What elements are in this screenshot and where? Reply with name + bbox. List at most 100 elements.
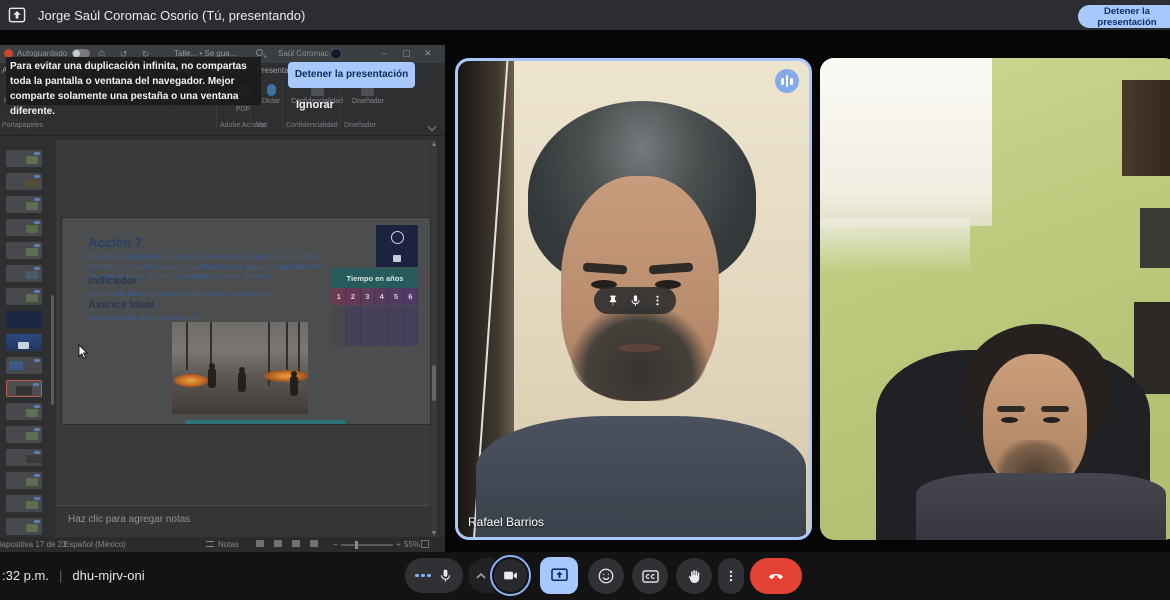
timeline-table: Tiempo en años 1 2 3 4 5 6	[332, 268, 418, 346]
slide-count: Diapositiva 17 de 23	[0, 540, 67, 549]
presenter-name: Jorge Saúl Coromac Osorio (Tú, presentan…	[38, 8, 305, 23]
minimize-icon[interactable]: –	[382, 48, 387, 58]
timeline-years-row: 1 2 3 4 5 6	[332, 288, 418, 305]
firefighter-silhouette	[290, 376, 298, 396]
slide-thumbnail[interactable]	[6, 288, 42, 305]
group-clipboard: Portapapeles	[2, 122, 43, 129]
view-switcher[interactable]	[256, 540, 318, 547]
dictate-mic-icon	[267, 84, 276, 96]
timeline-body-row	[332, 306, 418, 346]
slide-thumbnail[interactable]	[6, 242, 42, 259]
mic-icon	[438, 568, 453, 583]
more-options-icon[interactable]	[651, 294, 664, 307]
google-meet-window: Jorge Saúl Coromac Osorio (Tú, presentan…	[0, 0, 1170, 600]
stop-presentation-overlay-button[interactable]: Detener la presentación	[288, 62, 415, 88]
notes-toggle[interactable]: Notas	[218, 540, 239, 549]
slide-thumbnail[interactable]	[6, 495, 42, 512]
thumbnail-scrollbar[interactable]	[51, 295, 54, 405]
top-bar: Jorge Saúl Coromac Osorio (Tú, presentan…	[0, 0, 1170, 30]
slide-thumbnail[interactable]	[6, 173, 42, 190]
ideal-text: Un sistema de alerta establecido.	[88, 313, 199, 322]
pin-icon[interactable]	[607, 294, 620, 307]
firefighter-silhouette	[208, 368, 216, 388]
meeting-code: dhu-mjrv-oni	[72, 568, 144, 583]
ideal-heading: Avance ideal	[88, 299, 155, 311]
ribbon-separator	[282, 82, 283, 130]
hand-icon	[686, 568, 703, 585]
institution-logo	[376, 225, 418, 267]
slide-bottom-accent	[185, 420, 345, 424]
microphone-button[interactable]	[405, 558, 463, 593]
slide-thumbnail[interactable]	[6, 403, 42, 420]
ribbon-collapse-chevron-icon[interactable]	[428, 123, 436, 131]
slide-thumbnail[interactable]	[6, 265, 42, 282]
chevron-up-icon	[476, 573, 486, 579]
group-voice: Voz	[256, 122, 268, 129]
maximize-icon[interactable]: ▢	[402, 48, 411, 59]
bright-window	[820, 58, 992, 226]
shared-screen-tile[interactable]: Autoguardado ⎙ ↺ ↻ Talle... • Se gua... …	[0, 45, 445, 553]
mic-icon[interactable]	[629, 294, 642, 307]
dictate-button[interactable]: Dictar	[262, 84, 280, 106]
mouse-cursor	[78, 344, 89, 359]
camera-icon	[502, 567, 519, 584]
present-screen-button[interactable]	[540, 557, 578, 594]
language-label[interactable]: Español (México)	[64, 540, 126, 549]
meeting-info: :32 p.m. | dhu-mjrv-oni	[2, 568, 145, 583]
participant-name-label: Rafael Barrios	[468, 515, 544, 529]
slide-thumbnail-selected[interactable]	[6, 380, 42, 397]
stop-presentation-button[interactable]: Detener la presentación	[1078, 5, 1170, 28]
wall-shelf	[1122, 80, 1170, 176]
ignore-button[interactable]: Ignorar	[290, 98, 340, 112]
avatar[interactable]	[330, 48, 342, 60]
zoom-slider-knob[interactable]	[355, 541, 358, 549]
captions-icon	[641, 567, 660, 586]
scroll-up-arrow-icon[interactable]	[432, 142, 436, 146]
slide-thumbnail[interactable]	[6, 334, 42, 351]
ribbon-separator	[340, 82, 341, 130]
indicator-text: Sistema de alerta temprana establecidos …	[88, 289, 273, 298]
close-icon[interactable]: ✕	[424, 48, 432, 59]
audio-activity-icon	[415, 574, 431, 578]
reactions-button[interactable]	[588, 558, 624, 594]
video-tile-rafael-barrios[interactable]: Rafael Barrios	[455, 58, 812, 540]
infinite-mirror-warning: Para evitar una duplicación infinita, no…	[6, 57, 261, 105]
slide-thumbnail[interactable]	[6, 426, 42, 443]
camera-button[interactable]	[490, 555, 531, 596]
zoom-slider[interactable]	[341, 544, 393, 546]
speaking-indicator-icon	[775, 69, 799, 93]
slide-thumbnail[interactable]	[6, 357, 42, 374]
scrollbar-thumb[interactable]	[432, 365, 436, 401]
zoom-level[interactable]: 55%	[404, 540, 420, 549]
slide-thumbnail[interactable]	[6, 472, 42, 489]
zoom-out-button[interactable]: −	[333, 540, 338, 549]
zoom-in-button[interactable]: +	[396, 540, 401, 549]
slide-thumbnail[interactable]	[6, 449, 42, 466]
slide-thumbnail[interactable]	[6, 150, 42, 167]
bottom-bar: :32 p.m. | dhu-mjrv-oni	[0, 552, 1170, 600]
person2-face	[983, 354, 1087, 489]
fit-slide-icon[interactable]	[421, 540, 429, 548]
tile-hover-controls	[594, 287, 676, 314]
slide-thumbnail[interactable]	[6, 311, 42, 328]
more-vertical-icon	[724, 568, 738, 584]
forest-fire-photo	[172, 322, 308, 414]
person2-shoulders	[916, 473, 1166, 540]
raise-hand-button[interactable]	[676, 558, 712, 594]
captions-button[interactable]	[632, 558, 668, 594]
slide-thumbnail[interactable]	[6, 196, 42, 213]
slide-thumbnail[interactable]	[6, 219, 42, 236]
search-icon[interactable]	[256, 49, 263, 56]
leave-call-button[interactable]	[750, 558, 802, 594]
slide-thumbnail[interactable]	[6, 518, 42, 535]
account-name: Saúl Coromac	[278, 49, 329, 58]
notes-area[interactable]: Haz clic para agregar notas	[56, 505, 430, 537]
meeting-stage: Autoguardado ⎙ ↺ ↻ Talle... • Se gua... …	[0, 30, 1170, 552]
video-tile-participant-2[interactable]	[820, 58, 1170, 540]
slide-17[interactable]: Acción 7 Establecer e implementar un sis…	[62, 218, 430, 424]
ppt-scrollbar[interactable]	[431, 140, 437, 537]
scroll-down-arrow-icon[interactable]	[432, 531, 436, 535]
clock: :32 p.m.	[2, 568, 49, 583]
more-options-button[interactable]	[718, 558, 744, 594]
end-call-icon	[766, 566, 786, 586]
